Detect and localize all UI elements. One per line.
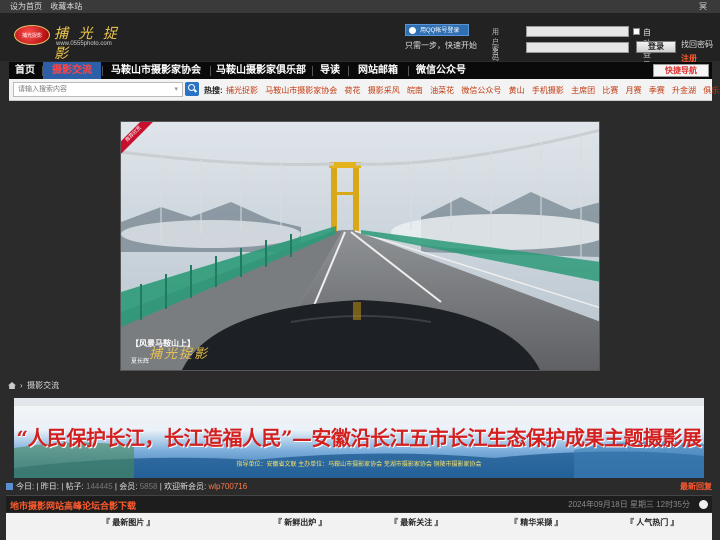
breadcrumb-current[interactable]: 摄影交流 (27, 381, 59, 390)
password-input[interactable] (526, 42, 629, 53)
home-icon[interactable] (8, 382, 16, 389)
hot-link[interactable]: 黄山 (509, 86, 525, 95)
today-label: 今日: (16, 482, 35, 491)
hot-link[interactable]: 微信公众号 (461, 86, 501, 95)
section-date: 2024年09月18日 星期三 12时35分 (568, 500, 690, 509)
nav-home[interactable]: 首页 (9, 62, 41, 79)
search-placeholder: 请输入搜索内容 (18, 86, 67, 93)
posts-count: 144445 (86, 482, 113, 491)
featured-photo[interactable]: 推荐欣赏 捕光捉影 【风景马鞍山上】 夏长辉 (120, 121, 600, 371)
hot-link[interactable]: 俱乐部 (703, 86, 720, 95)
nav-photo-exchange[interactable]: 摄影交流 (43, 62, 101, 79)
nav-club[interactable]: 马鞍山摄影家俱乐部 (211, 62, 311, 79)
yesterday-label: 昨日: (40, 482, 59, 491)
posts-label: 帖子: (65, 482, 84, 491)
section-header: 地市摄影网站高峰论坛合影下载 2024年09月18日 星期三 12时35分 (6, 495, 712, 512)
top-strip: 设为首页 收藏本站 冥 (0, 0, 720, 13)
hot-link[interactable]: 月赛 (626, 86, 642, 95)
hot-link[interactable]: 捕光捉影 (226, 86, 258, 95)
set-home-link[interactable]: 设为首页 (10, 2, 42, 11)
members-label: 会员: (119, 482, 138, 491)
qq-login-tip: 只需一步，快速开始 (405, 41, 477, 50)
hot-link[interactable]: 主席团 (571, 86, 595, 95)
login-button[interactable]: 登录 (636, 41, 676, 53)
hot-link[interactable]: 比赛 (602, 86, 618, 95)
tab-fresh[interactable]: 『 新鲜出炉 』 (274, 517, 326, 528)
section-title[interactable]: 地市摄影网站高峰论坛合影下载 (10, 499, 136, 512)
forum-stats: 今日: | 昨日: | 帖子: 144445 | 会员: 5858 | 欢迎新会… (6, 480, 712, 493)
search-input[interactable]: 请输入搜索内容 ▾ (13, 82, 183, 97)
hot-link[interactable]: 升金湖 (672, 86, 696, 95)
hot-link[interactable]: 季赛 (649, 86, 665, 95)
forgot-password-link[interactable]: 找回密码 (681, 39, 713, 50)
photo-author: 夏长辉 (131, 359, 150, 365)
content-tabs: 『 最新图片 』 『 新鲜出炉 』 『 最新关注 』 『 精华采撷 』 『 人气… (6, 513, 712, 540)
tab-featured[interactable]: 『 精华采撷 』 (510, 517, 562, 528)
new-member-link[interactable]: wlp700716 (209, 482, 248, 491)
banner-title: “人民保护长江，长江造福人民”—安徽沿长江五市长江生态保护成果主题摄影展 (16, 426, 702, 450)
auto-login-checkbox[interactable] (633, 28, 640, 35)
tab-latest-follow[interactable]: 『 最新关注 』 (390, 517, 442, 528)
tab-popular[interactable]: 『 人气热门 』 (626, 517, 678, 528)
password-label: 密码 (492, 45, 499, 62)
hot-link[interactable]: 油菜花 (430, 86, 454, 95)
qq-login-box: 用QQ帐号登录 只需一步，快速开始 (405, 24, 477, 51)
welcome-label: 欢迎新会员: (164, 482, 207, 491)
search-bar: 请输入搜索内容 ▾ 热搜: 捕光捉影 马鞍山市摄影家协会 荷花 摄影采风 皖南 … (9, 79, 720, 101)
tab-latest-images[interactable]: 『 最新图片 』 (102, 517, 154, 528)
search-button[interactable] (185, 82, 199, 96)
hot-link[interactable]: 荷花 (344, 86, 360, 95)
qq-login-button[interactable]: 用QQ帐号登录 (405, 24, 469, 36)
nav-guide[interactable]: 导读 (313, 62, 347, 79)
exhibition-banner[interactable]: “人民保护长江，长江造福人民”—安徽沿长江五市长江生态保护成果主题摄影展 指导单… (14, 398, 704, 478)
hot-link[interactable]: 皖南 (407, 86, 423, 95)
nav-city-association[interactable]: 马鞍山市摄影家协会 (103, 62, 209, 79)
nav-mailbox[interactable]: 网站邮箱 (349, 62, 407, 79)
logo-mark: 捕光捉影 (14, 25, 50, 45)
breadcrumb: › 摄影交流 (8, 380, 59, 391)
search-type-dropdown-icon[interactable]: ▾ (174, 83, 178, 96)
banner-subtitle: 指导单位：安徽省文联 主办单位：马鞍山市摄影家协会 芜湖市摄影家协会 铜陵市摄影… (236, 462, 482, 468)
logo-mark-text: 捕光捉影 (22, 33, 43, 39)
hot-link[interactable]: 马鞍山市摄影家协会 (265, 86, 337, 95)
members-count: 5858 (139, 482, 158, 491)
logo-url: www.0555photo.com (56, 41, 112, 47)
username-input[interactable] (526, 26, 629, 37)
photo-caption[interactable]: 【风景马鞍山上】 (131, 338, 195, 349)
quick-nav-button[interactable]: 快捷导航 (653, 64, 709, 77)
bookmark-link[interactable]: 收藏本站 (50, 2, 82, 11)
hot-link[interactable]: 摄影采风 (368, 86, 400, 95)
site-header: 捕光捉影 捕 光 捉 影 www.0555photo.com 用QQ帐号登录 只… (0, 13, 720, 70)
hot-link[interactable]: 手机摄影 (532, 86, 564, 95)
hot-search-links: 捕光捉影 马鞍山市摄影家协会 荷花 摄影采风 皖南 油菜花 微信公众号 黄山 手… (226, 85, 720, 96)
hot-search-label: 热搜: (204, 86, 223, 95)
new-replies-link[interactable]: 最新回复 (680, 480, 712, 493)
main-nav: 首页 摄影交流 马鞍山市摄影家协会 马鞍山摄影家俱乐部 导读 网站邮箱 微信公众… (9, 62, 712, 79)
nav-wechat[interactable]: 微信公众号 (409, 62, 473, 79)
site-logo[interactable]: 捕光捉影 捕 光 捉 影 www.0555photo.com (14, 23, 134, 62)
top-right-label[interactable]: 冥 (699, 0, 707, 13)
bridge-scene (121, 122, 599, 370)
toggle-icon[interactable] (699, 500, 708, 509)
